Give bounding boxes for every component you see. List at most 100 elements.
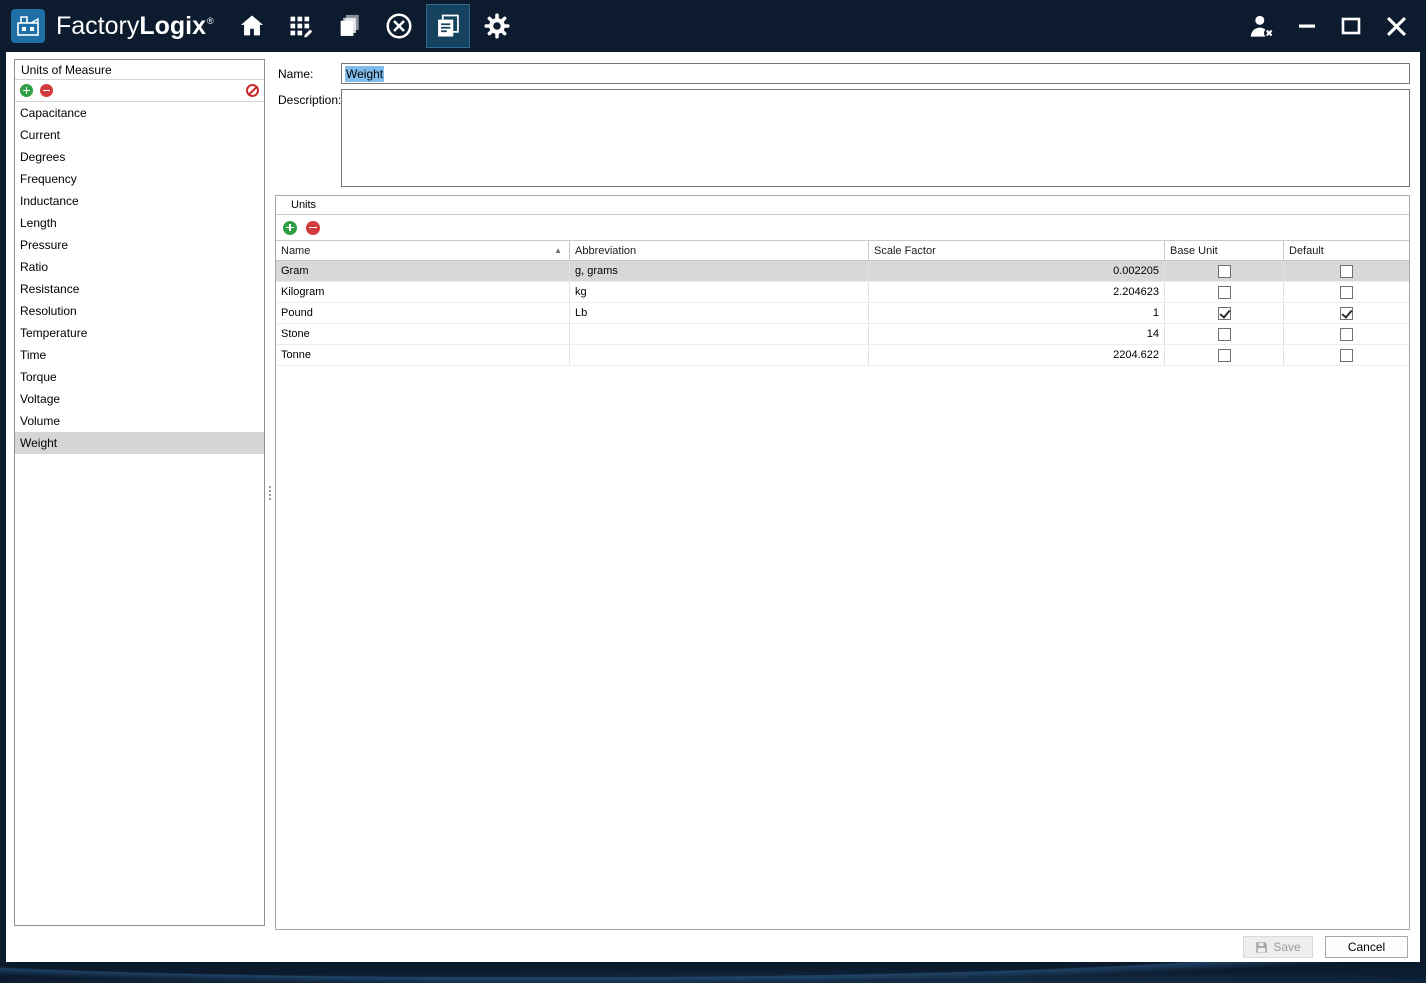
- cell-abbreviation: [570, 345, 869, 365]
- sidebar-item-temperature[interactable]: Temperature: [15, 322, 264, 344]
- column-header-abbreviation[interactable]: Abbreviation: [570, 241, 869, 260]
- unit-type-list: Capacitance Current Degrees Frequency In…: [15, 102, 264, 925]
- cell-scale-factor: 14: [869, 324, 1165, 344]
- remove-unit-icon[interactable]: [306, 220, 320, 235]
- save-button[interactable]: Save: [1243, 936, 1313, 958]
- cell-name: Kilogram: [276, 282, 570, 302]
- cell-scale-factor: 2204.622: [869, 345, 1165, 365]
- default-checkbox[interactable]: [1340, 264, 1353, 278]
- minimize-button[interactable]: [1295, 14, 1319, 38]
- window-controls: [1248, 0, 1426, 52]
- table-row-pound[interactable]: Pound Lb 1: [276, 303, 1409, 324]
- app-logo-icon: [10, 8, 46, 44]
- app-window: FactoryLogix® Units of Measure Capacitan…: [0, 0, 1426, 983]
- table-row-kilogram[interactable]: Kilogram kg 2.204623: [276, 282, 1409, 303]
- table-row-stone[interactable]: Stone 14: [276, 324, 1409, 345]
- sidebar-item-pressure[interactable]: Pressure: [15, 234, 264, 256]
- cell-name: Stone: [276, 324, 570, 344]
- save-floppy-icon: [1256, 941, 1268, 953]
- sidebar-item-voltage[interactable]: Voltage: [15, 388, 264, 410]
- bottom-decoration: [0, 962, 1426, 983]
- cell-name: Gram: [276, 261, 570, 281]
- name-input-selected-text: Weight: [345, 65, 385, 82]
- cell-scale-factor: 2.204623: [869, 282, 1165, 302]
- logout-user-icon[interactable]: [1248, 13, 1275, 40]
- cell-name: Tonne: [276, 345, 570, 365]
- column-header-scale-factor[interactable]: Scale Factor: [869, 241, 1165, 260]
- units-toolbar: [276, 215, 1409, 240]
- sidebar-item-inductance[interactable]: Inductance: [15, 190, 264, 212]
- detail-panel: Name: Weight Description: Units Name ▲ A…: [275, 59, 1410, 962]
- cancel-button[interactable]: Cancel: [1325, 936, 1408, 958]
- titlebar: FactoryLogix®: [0, 0, 1426, 52]
- sidebar-item-ratio[interactable]: Ratio: [15, 256, 264, 278]
- target-compass-icon[interactable]: [377, 4, 421, 48]
- sidebar-item-frequency[interactable]: Frequency: [15, 168, 264, 190]
- column-header-name-label: Name: [281, 244, 311, 257]
- documents-stack-icon[interactable]: [328, 4, 372, 48]
- column-header-name[interactable]: Name ▲: [276, 241, 570, 260]
- panel-toolbar: [15, 80, 264, 102]
- units-of-measure-panel: Units of Measure Capacitance Current Deg…: [14, 59, 265, 926]
- settings-gear-icon[interactable]: [475, 4, 519, 48]
- description-label: Description:: [278, 93, 342, 107]
- add-unit-icon[interactable]: [283, 220, 297, 235]
- sort-ascending-icon: ▲: [554, 246, 562, 255]
- base-unit-checkbox[interactable]: [1217, 285, 1231, 299]
- base-unit-checkbox[interactable]: [1217, 327, 1231, 341]
- sidebar-item-torque[interactable]: Torque: [15, 366, 264, 388]
- column-header-default[interactable]: Default: [1284, 241, 1409, 260]
- planning-grid-icon[interactable]: [279, 4, 323, 48]
- cell-scale-factor: 1: [869, 303, 1165, 323]
- add-unit-type-icon[interactable]: [20, 84, 33, 97]
- brand-logix: Logix: [139, 11, 207, 40]
- base-unit-checkbox[interactable]: [1217, 306, 1231, 320]
- name-input[interactable]: Weight: [341, 63, 1410, 84]
- close-button[interactable]: [1383, 13, 1410, 40]
- sidebar-item-resistance[interactable]: Resistance: [15, 278, 264, 300]
- units-groupbox-title: Units: [276, 196, 1409, 215]
- main-content: Units of Measure Capacitance Current Deg…: [6, 52, 1420, 962]
- sidebar-item-length[interactable]: Length: [15, 212, 264, 234]
- sidebar-item-time[interactable]: Time: [15, 344, 264, 366]
- column-header-base-unit[interactable]: Base Unit: [1165, 241, 1284, 260]
- units-table-header: Name ▲ Abbreviation Scale Factor Base Un…: [276, 240, 1409, 261]
- splitter-handle[interactable]: [266, 59, 274, 926]
- forms-configuration-icon[interactable]: [425, 4, 470, 48]
- brand-factory: Factory: [56, 11, 140, 40]
- default-checkbox[interactable]: [1340, 285, 1353, 299]
- description-input[interactable]: [341, 89, 1410, 187]
- default-checkbox[interactable]: [1340, 327, 1353, 341]
- remove-unit-type-icon[interactable]: [40, 84, 53, 97]
- main-navigation: [230, 0, 519, 52]
- maximize-button[interactable]: [1339, 14, 1363, 38]
- home-icon[interactable]: [230, 4, 274, 48]
- cell-abbreviation: g, grams: [570, 261, 869, 281]
- units-groupbox: Units Name ▲ Abbreviation Scale Factor B…: [275, 195, 1410, 930]
- sidebar-item-volume[interactable]: Volume: [15, 410, 264, 432]
- name-label: Name:: [278, 67, 314, 81]
- panel-title: Units of Measure: [15, 60, 264, 80]
- cell-scale-factor: 0.002205: [869, 261, 1165, 281]
- app-title: FactoryLogix®: [56, 12, 214, 41]
- sidebar-item-weight[interactable]: Weight: [15, 432, 264, 454]
- sidebar-item-resolution[interactable]: Resolution: [15, 300, 264, 322]
- table-row-gram[interactable]: Gram g, grams 0.002205: [276, 261, 1409, 282]
- cell-abbreviation: Lb: [570, 303, 869, 323]
- default-checkbox[interactable]: [1340, 306, 1353, 320]
- save-button-label: Save: [1273, 940, 1301, 954]
- cell-abbreviation: [570, 324, 869, 344]
- table-row-tonne[interactable]: Tonne 2204.622: [276, 345, 1409, 366]
- base-unit-checkbox[interactable]: [1217, 264, 1231, 278]
- cell-name: Pound: [276, 303, 570, 323]
- default-checkbox[interactable]: [1340, 348, 1353, 362]
- disable-icon[interactable]: [246, 84, 259, 97]
- sidebar-item-degrees[interactable]: Degrees: [15, 146, 264, 168]
- units-table: Name ▲ Abbreviation Scale Factor Base Un…: [276, 240, 1409, 366]
- cell-abbreviation: kg: [570, 282, 869, 302]
- sidebar-item-current[interactable]: Current: [15, 124, 264, 146]
- base-unit-checkbox[interactable]: [1217, 348, 1231, 362]
- cancel-button-label: Cancel: [1347, 940, 1386, 954]
- registered-mark: ®: [207, 16, 214, 27]
- sidebar-item-capacitance[interactable]: Capacitance: [15, 102, 264, 124]
